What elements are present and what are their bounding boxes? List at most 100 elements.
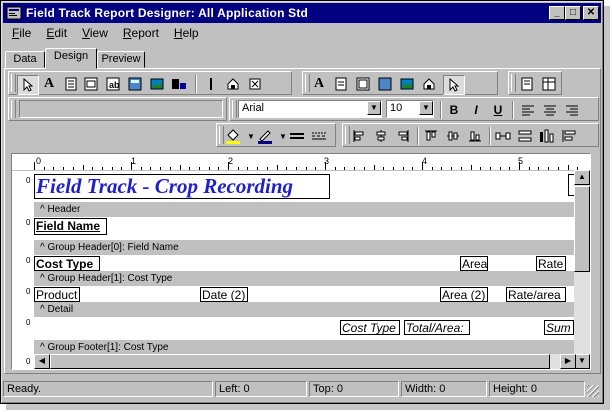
minimize-button[interactable]: _ — [549, 6, 565, 20]
row-marker: 0 — [26, 176, 31, 185]
color-toolbar: ▼ ▼ — [216, 123, 336, 147]
align-centers-icon[interactable] — [373, 128, 389, 144]
same-width-icon[interactable] — [561, 128, 577, 144]
tab-data[interactable]: Data — [5, 51, 45, 68]
status-left: Left: 0 — [215, 381, 307, 397]
align-right-icon[interactable] — [564, 102, 580, 118]
ruler-tick — [160, 167, 162, 170]
font-name-dropdown-icon[interactable]: ▼ — [367, 101, 381, 115]
ruler-tick — [373, 165, 375, 170]
grid-icon[interactable] — [541, 76, 557, 92]
picture-tool-icon[interactable] — [149, 76, 165, 92]
band-detail[interactable]: ^ Detail — [34, 302, 578, 317]
ruler-tick — [53, 167, 55, 170]
underline-button[interactable]: U — [490, 102, 506, 118]
scroll-down-icon[interactable]: ▼ — [574, 354, 590, 369]
cost-type-field[interactable]: Cost Type — [34, 256, 100, 271]
formula-tool-icon[interactable]: ab — [105, 76, 121, 92]
field-name-field[interactable]: Field Name — [34, 218, 107, 235]
date2-field[interactable]: Date (2) — [200, 287, 248, 302]
report-title[interactable]: Field Track - Crop Recording — [34, 174, 330, 199]
title-bar[interactable]: Field Track Report Designer: All Applica… — [3, 3, 601, 23]
scroll-right-icon[interactable]: ▶ — [560, 354, 576, 369]
close-button[interactable]: ✕ — [583, 6, 599, 20]
row-marker: 0 — [26, 287, 31, 296]
select-icon[interactable] — [443, 75, 465, 95]
menu-view[interactable]: View — [73, 26, 114, 40]
font-name-select[interactable]: Arial ▼ — [238, 100, 382, 118]
area-header-field[interactable]: Area — [460, 256, 488, 271]
scroll-up-icon[interactable]: ▲ — [574, 170, 590, 185]
tab-preview[interactable]: Preview — [97, 51, 145, 68]
text-icon[interactable] — [333, 76, 349, 92]
line-width-icon[interactable] — [289, 128, 305, 144]
align-lefts-icon[interactable] — [351, 128, 367, 144]
menu-file[interactable]: File — [3, 26, 37, 40]
horizontal-scroll-thumb[interactable] — [50, 354, 550, 369]
menu-help[interactable]: Help — [165, 26, 205, 40]
page-break-tool-icon[interactable] — [225, 76, 241, 92]
space-vertical-icon[interactable] — [517, 128, 533, 144]
font-size-select[interactable]: 10 ▼ — [386, 100, 434, 118]
bold-button[interactable]: B — [446, 102, 462, 118]
rate-header-field[interactable]: Rate — [536, 256, 566, 271]
resize-grip-icon[interactable] — [587, 385, 599, 397]
cost-type-footer-field[interactable]: Cost Type — [340, 320, 400, 335]
align-bottoms-icon[interactable] — [467, 128, 483, 144]
fill-color-icon[interactable] — [225, 128, 241, 144]
maximize-button[interactable]: □ — [565, 6, 581, 20]
band-group-footer-1[interactable]: ^ Group Footer[1]: Cost Type — [34, 340, 578, 355]
area2-field[interactable]: Area (2) — [440, 287, 488, 302]
tab-design[interactable]: Design — [45, 48, 97, 69]
italic-button[interactable]: I — [468, 102, 484, 118]
product-field[interactable]: Product — [34, 287, 80, 302]
textbox-tool-icon[interactable] — [63, 76, 79, 92]
align-tops-icon[interactable] — [423, 128, 439, 144]
font-size-dropdown-icon[interactable]: ▼ — [419, 101, 433, 115]
vertical-scrollbar[interactable]: ▲ ▼ — [574, 170, 590, 369]
ruler-tick — [140, 167, 142, 170]
label-tool-icon[interactable]: A — [41, 76, 57, 92]
image-icon[interactable] — [399, 76, 415, 92]
subreport-tool-icon[interactable] — [247, 76, 263, 92]
rate-area-field[interactable]: Rate/area — [506, 287, 566, 302]
ruler-tick — [169, 167, 171, 170]
scroll-left-icon[interactable]: ◀ — [34, 354, 50, 369]
properties-icon[interactable] — [519, 76, 535, 92]
align-rights-icon[interactable] — [395, 128, 411, 144]
break-icon[interactable] — [421, 76, 437, 92]
calculator-tool-icon[interactable] — [127, 76, 143, 92]
align-left-icon[interactable] — [520, 102, 536, 118]
band-group-header-0[interactable]: ^ Group Header[0]: Field Name — [34, 240, 578, 255]
sum-field[interactable]: Sum — [544, 320, 574, 335]
band-group-header-1[interactable]: ^ Group Header[1]: Cost Type — [34, 271, 578, 286]
band-header[interactable]: ^ Header — [34, 202, 578, 217]
vertical-scroll-thumb[interactable] — [574, 186, 590, 272]
calc-icon[interactable] — [377, 76, 393, 92]
pointer-tool-icon[interactable] — [17, 75, 39, 95]
total-area-field[interactable]: Total/Area: — [404, 320, 470, 335]
ruler-tick — [257, 167, 259, 170]
ruler-tick — [402, 167, 404, 170]
menu-report[interactable]: Report — [114, 26, 165, 40]
control-name-field[interactable] — [19, 100, 223, 118]
line-style-icon[interactable] — [311, 128, 327, 144]
same-height-icon[interactable] — [539, 128, 555, 144]
menu-bar: File Edit View Report Help — [3, 24, 205, 42]
row-marker: 0 — [26, 218, 31, 227]
status-width: Width: 0 — [401, 381, 487, 397]
horizontal-scrollbar[interactable]: ◀ ▶ — [34, 354, 576, 369]
chart-tool-icon[interactable] — [171, 76, 187, 92]
label-icon[interactable]: A — [311, 76, 327, 92]
menu-edit[interactable]: Edit — [37, 26, 73, 40]
space-horizontal-icon[interactable] — [495, 128, 511, 144]
field-tool-icon[interactable] — [83, 76, 99, 92]
align-middles-icon[interactable] — [445, 128, 461, 144]
line-tool-icon[interactable] — [203, 76, 219, 92]
line-color-icon[interactable] — [257, 128, 273, 144]
report-design-surface[interactable]: 0 1 2 3 4 5 0 0 0 0 0 0 Field Track - Cr… — [11, 153, 591, 370]
rtf-icon[interactable] — [355, 76, 371, 92]
status-bar: Ready. Left: 0 Top: 0 Width: 0 Height: 0 — [3, 379, 601, 399]
ruler-tick — [208, 167, 210, 170]
align-center-icon[interactable] — [542, 102, 558, 118]
